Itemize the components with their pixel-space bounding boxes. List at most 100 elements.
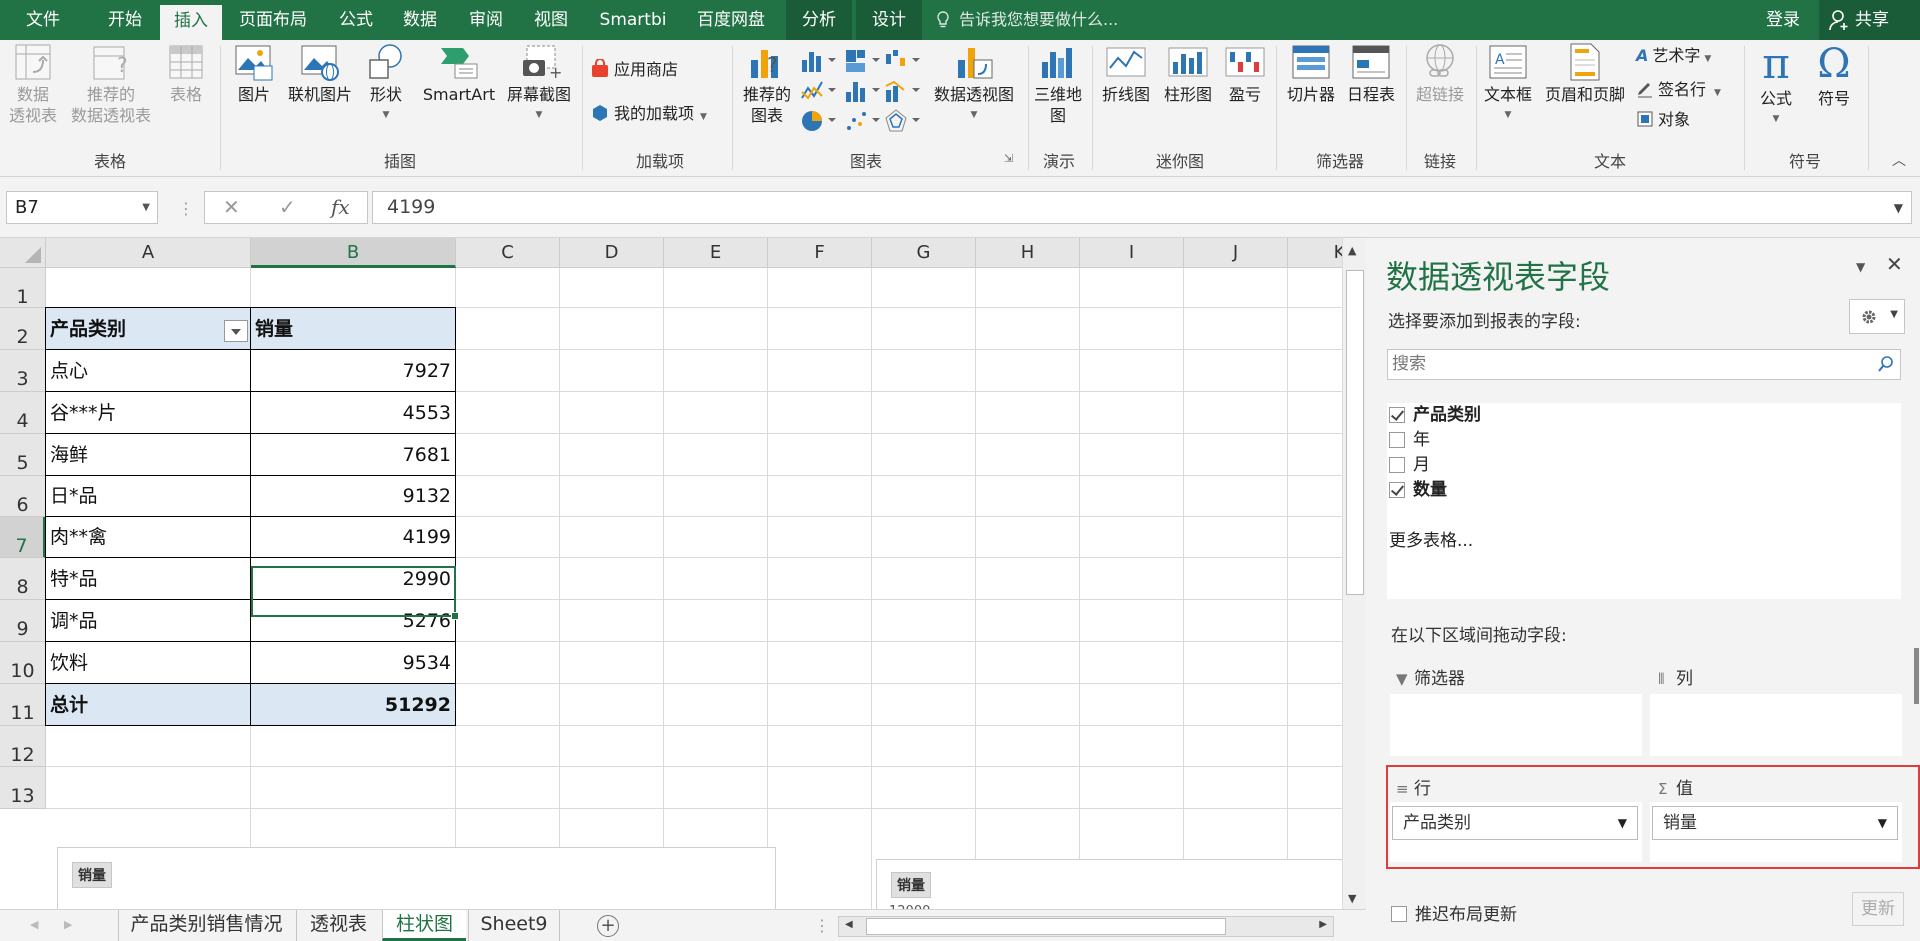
row-header-6[interactable]: 6	[0, 476, 46, 517]
row-header-10[interactable]: 10	[0, 642, 46, 684]
worksheet-grid[interactable]: ABCDEFGHIJK 1 2 3 4 5 6 7 8 9 10 11 12 13 产品类别 销量 点心 79…	[0, 238, 1346, 909]
sheet-tab-column-chart[interactable]: 柱状图	[382, 910, 466, 941]
tab-baidu-netdisk[interactable]: 百度网盘	[686, 0, 776, 40]
chart-1-field-button[interactable]: 销量	[72, 862, 112, 888]
vertical-scroll-thumb[interactable]	[1346, 270, 1364, 595]
sparkline-winloss-button[interactable]: 盈亏	[1222, 42, 1268, 105]
tab-review[interactable]: 审阅	[456, 0, 516, 40]
field-checkbox[interactable]	[1389, 482, 1405, 498]
tab-analyze[interactable]: 分析	[786, 0, 852, 40]
row-labels-filter-icon[interactable]	[224, 320, 248, 342]
pivot-header-category[interactable]: 产品类别	[46, 308, 251, 350]
field-item[interactable]: 产品类别	[1389, 403, 1481, 427]
chart-2-field-button[interactable]: 销量	[891, 872, 931, 898]
column-header-a[interactable]: A	[46, 238, 251, 268]
tab-file[interactable]: 文件	[0, 0, 86, 40]
formula-input[interactable]: 4199 ▼	[372, 191, 1912, 224]
symbol-button[interactable]: Ω 符号	[1806, 42, 1862, 109]
sheet-nav-left-icon[interactable]: ◀	[30, 918, 38, 931]
tab-insert[interactable]: 插入	[160, 5, 222, 40]
row-header-2[interactable]: 2	[0, 308, 46, 350]
column-header-i[interactable]: I	[1080, 238, 1184, 268]
scatter-chart-icon[interactable]	[844, 108, 884, 134]
column-header-h[interactable]: H	[976, 238, 1080, 268]
pivot-row-value[interactable]: 9534	[251, 642, 456, 684]
timeline-button[interactable]: 日程表	[1342, 42, 1400, 105]
sheet-tab-category-sales[interactable]: 产品类别销售情况	[118, 910, 294, 941]
tab-page-layout[interactable]: 页面布局	[228, 0, 318, 40]
recommended-pivot-button[interactable]: ? 推荐的 数据透视表	[66, 42, 156, 126]
column-header-d[interactable]: D	[560, 238, 664, 268]
sheet-nav-right-icon[interactable]: ▶	[64, 918, 72, 931]
name-box[interactable]: B7 ▼	[6, 191, 158, 224]
share-button[interactable]: 共享	[1819, 0, 1920, 40]
header-footer-button[interactable]: 页眉和页脚	[1540, 42, 1630, 105]
row-header-1[interactable]: 1	[0, 268, 46, 308]
combo-chart-icon[interactable]	[884, 78, 924, 104]
insert-function-icon[interactable]: fx	[331, 195, 350, 219]
close-icon[interactable]: ✕	[1886, 252, 1903, 276]
collapse-ribbon-icon[interactable]: ︿	[1892, 150, 1906, 170]
tab-split-grip-icon[interactable]: ⋮	[814, 916, 830, 935]
tab-view[interactable]: 视图	[521, 0, 581, 40]
column-header-f[interactable]: F	[768, 238, 872, 268]
wordart-button[interactable]: A 艺术字 ▼	[1636, 44, 1711, 71]
horizontal-scrollbar[interactable]: ◀ ▶	[838, 916, 1334, 937]
column-header-g[interactable]: G	[872, 238, 976, 268]
column-header-b[interactable]: B	[251, 238, 456, 268]
field-item[interactable]: 数量	[1389, 478, 1447, 502]
sheet-tab-pivot[interactable]: 透视表	[296, 910, 380, 941]
pane-scrollbar[interactable]	[1914, 648, 1919, 704]
smartart-button[interactable]: SmartArt	[416, 42, 502, 105]
sheet-tab-sheet9[interactable]: Sheet9	[468, 910, 560, 941]
scroll-right-icon[interactable]: ▶	[1319, 919, 1327, 930]
3d-map-button[interactable]: 三维地 图	[1030, 42, 1086, 126]
row-header-13[interactable]: 13	[0, 767, 46, 809]
table-button[interactable]: 表格	[160, 42, 212, 105]
pivot-row-value[interactable]: 7927	[251, 350, 456, 392]
pivot-table-button[interactable]: 数据 透视表	[2, 42, 64, 126]
pie-chart-icon[interactable]	[800, 108, 840, 134]
chart-1[interactable]: 销量	[57, 847, 776, 909]
pivot-row-label[interactable]: 点心	[46, 350, 251, 392]
row-header-7[interactable]: 7	[0, 517, 46, 558]
tab-data[interactable]: 数据	[390, 0, 450, 40]
slicer-button[interactable]: 切片器	[1282, 42, 1340, 105]
tools-button[interactable]: ▼	[1849, 299, 1905, 334]
pane-options-icon[interactable]: ▼	[1856, 260, 1865, 274]
tab-design[interactable]: 设计	[856, 0, 922, 40]
radar-chart-icon[interactable]	[884, 108, 924, 134]
more-tables-link[interactable]: 更多表格...	[1389, 526, 1473, 551]
column-chart-icon[interactable]	[800, 48, 840, 74]
filters-drop-area[interactable]	[1390, 694, 1642, 756]
chart-2[interactable]: 销量 12000	[876, 859, 1346, 909]
statistic-chart-icon[interactable]	[844, 78, 884, 104]
tab-smartbi[interactable]: Smartbi	[590, 0, 676, 40]
pivot-row-label[interactable]: 日*品	[46, 476, 251, 517]
select-all-corner[interactable]	[0, 238, 46, 268]
signature-line-button[interactable]: 签名行 ▼	[1636, 78, 1721, 105]
textbox-button[interactable]: A 文本框 ▼	[1478, 42, 1538, 126]
pictures-button[interactable]: 图片	[226, 42, 282, 105]
sparkline-column-button[interactable]: 柱形图	[1158, 42, 1218, 105]
field-checkbox[interactable]	[1389, 407, 1405, 423]
pivot-grand-total-label[interactable]: 总计	[46, 684, 251, 726]
pivot-row-value[interactable]: 4199	[251, 517, 456, 558]
pivot-row-label[interactable]: 调*品	[46, 600, 251, 642]
tell-me-box[interactable]: 告诉我您想要做什么...	[935, 0, 1118, 40]
row-header-4[interactable]: 4	[0, 392, 46, 434]
defer-checkbox[interactable]	[1391, 906, 1407, 922]
row-header-5[interactable]: 5	[0, 434, 46, 476]
columns-drop-area[interactable]	[1650, 694, 1902, 756]
object-button[interactable]: 对象	[1636, 108, 1690, 132]
enter-check-icon[interactable]: ✓	[279, 195, 296, 219]
pivot-grand-total-value[interactable]: 51292	[251, 684, 456, 726]
cancel-icon[interactable]: ✕	[223, 195, 240, 219]
horizontal-scroll-thumb[interactable]	[866, 918, 1226, 935]
pivot-row-label[interactable]: 饮料	[46, 642, 251, 684]
tab-formulas[interactable]: 公式	[326, 0, 386, 40]
scroll-down-icon[interactable]: ▼	[1348, 892, 1356, 905]
pivot-row-value[interactable]: 7681	[251, 434, 456, 476]
scroll-up-icon[interactable]: ▲	[1348, 244, 1356, 257]
pivot-chart-button[interactable]: 数据透视图 ▼	[926, 42, 1022, 126]
